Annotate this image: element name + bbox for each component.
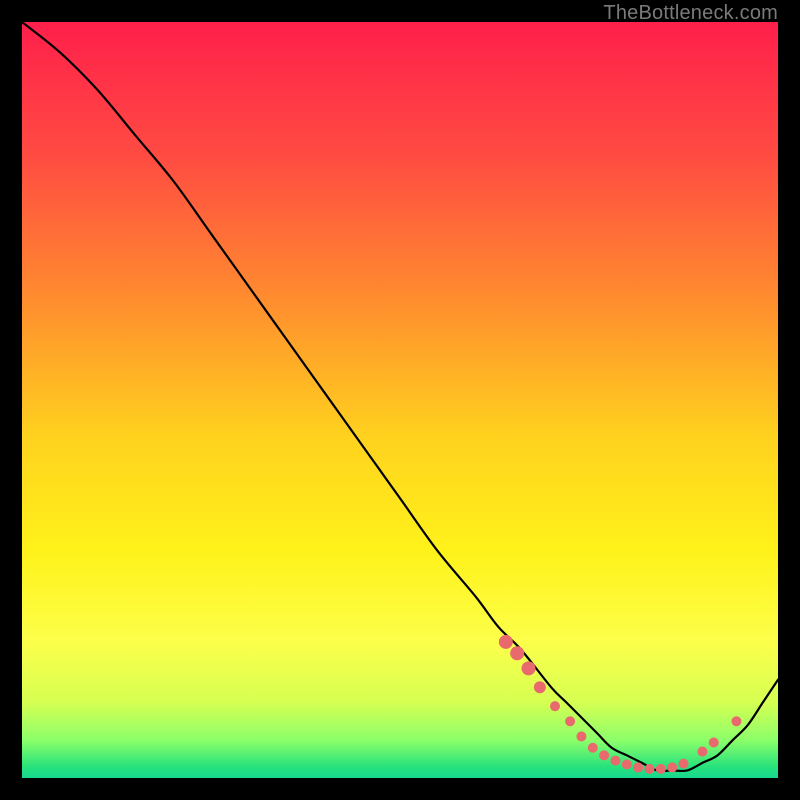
- data-point: [550, 701, 560, 711]
- data-point: [667, 762, 677, 772]
- data-point: [633, 762, 643, 772]
- data-point: [510, 646, 524, 660]
- data-point: [656, 764, 666, 774]
- data-point: [565, 716, 575, 726]
- chart-stage: TheBottleneck.com: [0, 0, 800, 800]
- data-point: [644, 764, 654, 774]
- data-point: [709, 737, 719, 747]
- data-point: [588, 743, 598, 753]
- data-point: [599, 750, 609, 760]
- data-point: [697, 747, 707, 757]
- data-point: [499, 635, 513, 649]
- data-point: [610, 756, 620, 766]
- data-point: [679, 759, 689, 769]
- data-point: [534, 681, 546, 693]
- chart-plot: [22, 22, 778, 778]
- data-point: [731, 716, 741, 726]
- data-point: [622, 759, 632, 769]
- data-point: [522, 661, 536, 675]
- data-point: [576, 731, 586, 741]
